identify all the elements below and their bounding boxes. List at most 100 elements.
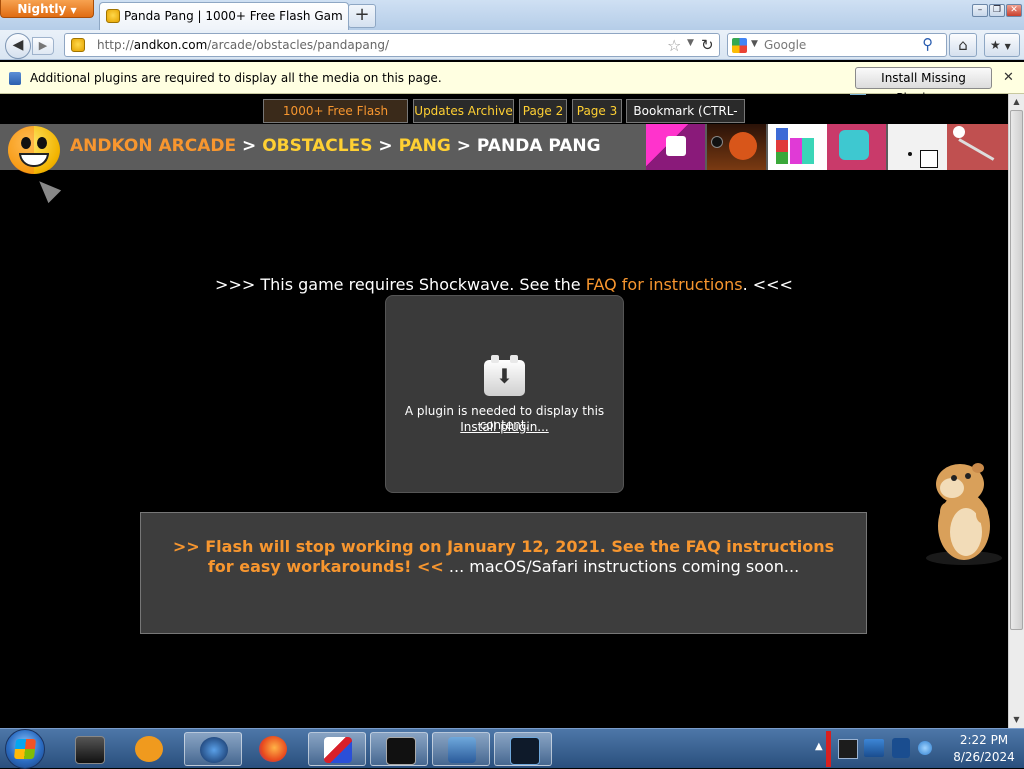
game-thumbnail-5[interactable] — [888, 124, 947, 170]
url-bar[interactable]: http://andkon.com/arcade/obstacles/panda… — [64, 33, 720, 57]
breadcrumb-site-link[interactable]: ANDKON ARCADE — [70, 136, 236, 156]
scroll-down-icon[interactable]: ▼ — [1009, 712, 1024, 728]
taskbar-item-console[interactable] — [370, 732, 428, 766]
game-thumbnail-1[interactable] — [646, 124, 705, 170]
search-engine-dropdown-icon[interactable]: ▼ — [751, 39, 758, 49]
scroll-up-icon[interactable]: ▲ — [1009, 94, 1024, 110]
windows-logo-icon — [13, 739, 37, 759]
new-tab-button[interactable]: + — [348, 4, 376, 28]
taskbar-item-firefox[interactable] — [244, 732, 302, 766]
cursor-arrow-icon — [32, 174, 62, 204]
thumb-blocks — [776, 128, 788, 164]
console-icon — [386, 737, 416, 765]
game-thumbnail-6[interactable] — [947, 124, 1008, 170]
taskbar-item-paint[interactable] — [308, 732, 366, 766]
logo-eye-right — [37, 137, 47, 149]
url-path: /arcade/obstacles/pandapang/ — [207, 38, 389, 52]
browser-tab[interactable]: Panda Pang | 1000+ Free Flash Games | ..… — [99, 2, 349, 30]
search-bar[interactable]: ▼ Google ⚲ — [727, 33, 947, 57]
url-history-dropdown-icon[interactable]: ▼ — [687, 38, 694, 48]
thumb-head — [953, 126, 965, 138]
url-text[interactable]: http://andkon.com/arcade/obstacles/panda… — [97, 38, 389, 52]
shockwave-message: >>> This game requires Shockwave. See th… — [0, 275, 1008, 294]
nav-tab-page-3[interactable]: Page 3 — [572, 99, 622, 123]
plugin-icon — [9, 72, 21, 85]
search-input[interactable]: Google — [764, 38, 806, 52]
taskbar-item-media-player[interactable] — [120, 732, 178, 766]
logo-eye-left — [21, 137, 31, 149]
search-icon[interactable]: ⚲ — [922, 35, 933, 53]
restore-icon[interactable]: ❐ — [989, 4, 1005, 17]
tray-globe-icon[interactable] — [918, 741, 932, 755]
andkon-logo-icon[interactable] — [8, 126, 60, 174]
url-prefix: http:// — [97, 38, 134, 52]
breadcrumb-current: PANDA PANG — [476, 136, 601, 156]
page-content: 1000+ Free Flash Games Updates Archive P… — [0, 94, 1008, 728]
google-icon[interactable] — [732, 38, 747, 53]
bookmark-star-icon[interactable]: ☆ — [667, 36, 681, 55]
breadcrumb-separator: > — [242, 136, 257, 156]
system-tray: ▲ 2:22 PM 8/26/2024 — [812, 729, 1024, 769]
game-thumbnail-4[interactable] — [827, 124, 886, 170]
thumb-robot — [839, 130, 869, 160]
close-icon[interactable]: ✕ — [1003, 70, 1014, 85]
flash-notice-box: >> Flash will stop working on January 12… — [140, 512, 867, 634]
window-titlebar: Nightly ▼ Panda Pang | 1000+ Free Flash … — [0, 0, 1024, 30]
breadcrumb-category-link[interactable]: OBSTACLES — [262, 136, 372, 156]
breadcrumb-subcategory-link[interactable]: PANG — [399, 136, 451, 156]
shockwave-msg-prefix: >>> This game requires Shockwave. See th… — [215, 275, 586, 294]
ad-choices-icon[interactable]: ▷ — [850, 94, 866, 95]
thumb-stick — [958, 138, 995, 161]
dancing-hamster-image — [926, 463, 1002, 565]
taskbar-item-terminal[interactable] — [60, 732, 118, 766]
tab-title: Panda Pang | 1000+ Free Flash Games | ..… — [124, 9, 342, 23]
breadcrumb-separator: > — [378, 136, 393, 156]
tray-speaker-icon[interactable] — [892, 738, 910, 758]
arrow-left-icon: ◀ — [12, 37, 24, 53]
scrollbar-thumb[interactable] — [1010, 110, 1023, 630]
download-arrow-icon: ⬇ — [496, 364, 513, 388]
home-button[interactable]: ⌂ — [949, 33, 977, 57]
faq-link[interactable]: FAQ for instructions — [586, 275, 743, 294]
nav-tab-free-games[interactable]: 1000+ Free Flash Games — [263, 99, 408, 140]
app-menu-button[interactable]: Nightly ▼ — [0, 0, 94, 18]
site-favicon-icon — [71, 38, 85, 52]
show-hidden-icons-icon[interactable]: ▲ — [815, 741, 823, 752]
url-domain: andkon.com — [133, 38, 208, 52]
start-button[interactable] — [5, 729, 45, 769]
tray-network-icon[interactable] — [864, 739, 884, 757]
install-plugin-link[interactable]: Install plugin... — [386, 420, 623, 434]
nav-tab-bookmark[interactable]: Bookmark (CTRL-D) — [626, 99, 745, 140]
vertical-scrollbar[interactable]: ▲ ▼ — [1008, 94, 1024, 728]
minimize-icon[interactable]: – — [972, 4, 988, 17]
taskbar-item-network[interactable] — [432, 732, 490, 766]
home-icon: ⌂ — [958, 36, 968, 54]
shockwave-msg-suffix: . <<< — [742, 275, 793, 294]
taskbar-item-monitor[interactable] — [494, 732, 552, 766]
clock-time[interactable]: 2:22 PM — [944, 733, 1024, 747]
media-player-icon — [135, 736, 163, 762]
back-button[interactable]: ◀ — [5, 33, 31, 59]
nav-tab-updates-archive[interactable]: Updates Archive — [413, 99, 514, 123]
flash-notice-text: >> Flash will stop working on January 12… — [161, 537, 846, 577]
globe-icon — [200, 737, 228, 763]
paint-icon — [324, 737, 352, 763]
game-thumbnail-3[interactable] — [768, 124, 827, 170]
tray-monitor-icon[interactable] — [838, 739, 858, 759]
plugin-placeholder[interactable]: ⬇ A plugin is needed to display this con… — [385, 295, 624, 493]
reload-icon[interactable]: ↻ — [701, 36, 714, 54]
chevron-down-icon: ▼ — [70, 6, 77, 15]
game-thumbnail-2[interactable] — [707, 124, 766, 170]
plugin-notification-bar: Additional plugins are required to displ… — [0, 62, 1024, 105]
nav-tab-page-2[interactable]: Page 2 — [519, 99, 567, 123]
clock-date[interactable]: 8/26/2024 — [944, 750, 1024, 764]
breadcrumb-separator: > — [456, 136, 471, 156]
firefox-icon — [259, 736, 287, 762]
bookmarks-menu-button[interactable]: ★ ▼ — [984, 33, 1020, 57]
forward-button[interactable]: ▶ — [32, 37, 54, 55]
install-missing-plugins-button[interactable]: Install Missing Plugins... — [855, 67, 992, 105]
navigation-toolbar: ◀ ▶ http://andkon.com/arcade/obstacles/p… — [0, 30, 1024, 60]
close-window-icon[interactable]: ✕ — [1006, 4, 1022, 17]
thumb-dot — [908, 152, 912, 156]
taskbar-item-globe[interactable] — [184, 732, 242, 766]
